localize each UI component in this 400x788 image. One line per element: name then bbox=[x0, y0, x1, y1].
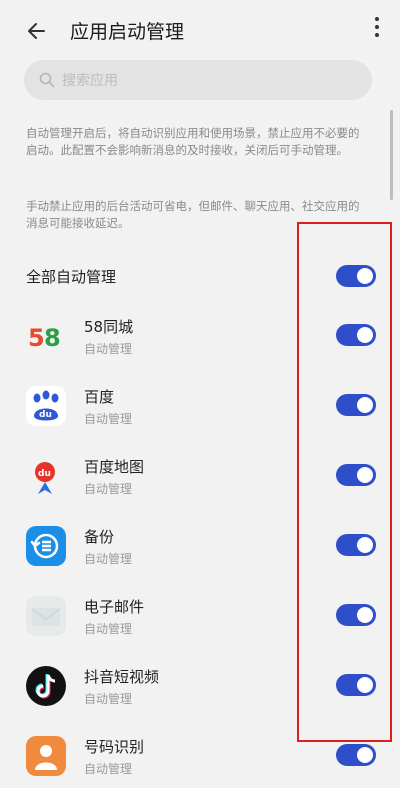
app-status: 自动管理 bbox=[84, 552, 133, 566]
auto-manage-description: 自动管理开启后，将自动识别应用和使用场景，禁止应用不必要的启动。此配置不会影响新… bbox=[26, 126, 360, 157]
app-toggle-baidu[interactable] bbox=[336, 394, 376, 416]
app-status: 自动管理 bbox=[84, 412, 133, 426]
manual-manage-description: 手动禁止应用的后台活动可省电，但邮件、聊天应用、社交应用的消息可能接收延迟。 bbox=[26, 199, 360, 230]
more-options-icon[interactable] bbox=[362, 12, 392, 42]
58-logo-icon: 5 8 bbox=[26, 316, 66, 356]
svg-text:du: du bbox=[38, 469, 51, 479]
app-row-baidu[interactable]: du 百度 自动管理 bbox=[0, 378, 400, 438]
app-row-email[interactable]: 电子邮件 自动管理 bbox=[0, 588, 400, 648]
douyin-icon bbox=[26, 666, 66, 706]
scrollbar[interactable] bbox=[390, 110, 393, 200]
app-status: 自动管理 bbox=[84, 762, 133, 776]
app-status: 自动管理 bbox=[84, 692, 133, 706]
app-row-baidu-map[interactable]: du 百度地图 自动管理 bbox=[0, 448, 400, 508]
app-toggle-baidu-map[interactable] bbox=[336, 464, 376, 486]
search-input[interactable]: 搜索应用 bbox=[24, 60, 372, 100]
search-placeholder: 搜索应用 bbox=[62, 73, 118, 89]
back-arrow-icon[interactable] bbox=[24, 16, 54, 46]
app-status: 自动管理 bbox=[84, 482, 133, 496]
app-bar: 应用启动管理 bbox=[0, 0, 400, 60]
baidu-paw-icon: du bbox=[26, 386, 66, 426]
app-toggle-58[interactable] bbox=[336, 324, 376, 346]
all-auto-manage-toggle[interactable] bbox=[336, 265, 376, 287]
app-toggle-backup[interactable] bbox=[336, 534, 376, 556]
app-row-58[interactable]: 5 8 58同城 自动管理 bbox=[0, 308, 400, 368]
app-toggle-caller-id[interactable] bbox=[336, 744, 376, 766]
app-status: 自动管理 bbox=[84, 342, 133, 356]
svg-text:5: 5 bbox=[28, 324, 45, 352]
app-status: 自动管理 bbox=[84, 622, 133, 636]
search-icon bbox=[39, 72, 55, 88]
app-name: 备份 bbox=[84, 528, 115, 546]
app-name: 58同城 bbox=[84, 318, 134, 336]
caller-id-icon bbox=[26, 736, 66, 776]
app-name: 号码识别 bbox=[84, 738, 145, 756]
svg-text:8: 8 bbox=[44, 324, 61, 352]
app-row-douyin[interactable]: 抖音短视频 自动管理 bbox=[0, 658, 400, 718]
app-row-backup[interactable]: 备份 自动管理 bbox=[0, 518, 400, 578]
app-row-caller-id[interactable]: 号码识别 自动管理 bbox=[0, 728, 400, 788]
backup-icon bbox=[26, 526, 66, 566]
app-name: 抖音短视频 bbox=[84, 668, 160, 686]
app-name: 百度地图 bbox=[84, 458, 145, 476]
all-auto-manage-label: 全部自动管理 bbox=[26, 268, 117, 286]
svg-text:du: du bbox=[39, 410, 52, 420]
page-title: 应用启动管理 bbox=[70, 21, 185, 43]
email-icon bbox=[26, 596, 66, 636]
baidu-map-icon: du bbox=[26, 456, 66, 496]
app-toggle-douyin[interactable] bbox=[336, 674, 376, 696]
app-toggle-email[interactable] bbox=[336, 604, 376, 626]
app-name: 电子邮件 bbox=[84, 598, 145, 616]
app-name: 百度 bbox=[84, 388, 115, 406]
